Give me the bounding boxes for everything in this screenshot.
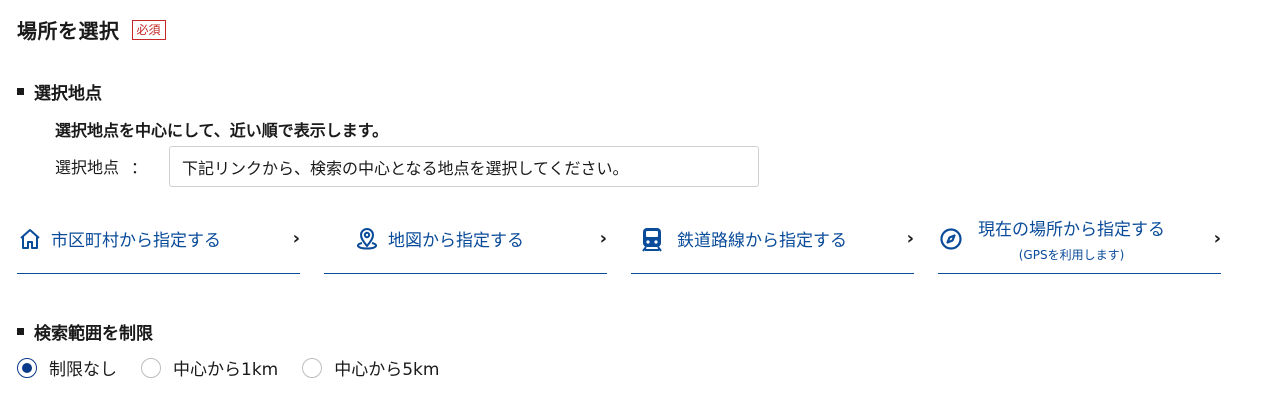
chevron-right-icon: › (906, 228, 914, 249)
required-badge: 必須 (131, 19, 166, 40)
link-map[interactable]: 地図から指定する › (324, 204, 607, 274)
bullet-square (17, 328, 24, 335)
compass-icon (938, 226, 964, 252)
range-radio-group: 制限なし 中心から1km 中心から5km (17, 355, 463, 380)
range-heading-label: 検索範囲を制限 (34, 324, 153, 344)
selection-heading: 選択地点 (17, 79, 102, 104)
train-icon (639, 226, 665, 252)
location-colon: ： (131, 158, 148, 177)
link-railway[interactable]: 鉄道路線から指定する › (631, 204, 914, 274)
radio-5km-label: 中心から5km (334, 360, 440, 380)
radio-1km-label: 中心から1km (173, 360, 279, 380)
bullet-square (17, 88, 24, 95)
map-pin-icon (354, 226, 380, 252)
radio-circle-selected[interactable] (17, 357, 37, 378)
link-current-location-text: 現在の場所から指定する (GPSを利用します) (978, 215, 1165, 263)
page-header: 場所を選択 必須 (17, 15, 166, 44)
link-municipality-label: 市区町村から指定する (51, 231, 221, 251)
radio-5km[interactable]: 中心から5km (302, 355, 439, 380)
chevron-right-icon: › (599, 228, 607, 249)
selection-description: 選択地点を中心にして、近い順で表示します。 (55, 121, 389, 140)
link-municipality[interactable]: 市区町村から指定する › (17, 204, 300, 274)
link-map-label: 地図から指定する (388, 231, 524, 251)
radio-1km[interactable]: 中心から1km (141, 355, 278, 380)
radio-no-limit[interactable]: 制限なし (17, 355, 117, 380)
location-label-group: 選択地点 ： (55, 150, 147, 182)
home-icon (17, 226, 43, 252)
selection-heading-label: 選択地点 (34, 84, 102, 104)
selected-location-value: 下記リンクから、検索の中心となる地点を選択してください。 (182, 158, 629, 178)
radio-no-limit-label: 制限なし (49, 360, 117, 380)
location-label: 選択地点 (55, 158, 120, 177)
chevron-right-icon: › (292, 228, 300, 249)
radio-dot (22, 362, 32, 373)
radio-circle[interactable] (302, 357, 323, 378)
link-current-location[interactable]: 現在の場所から指定する (GPSを利用します) › (938, 204, 1221, 274)
link-current-location-label: 現在の場所から指定する (978, 219, 1165, 240)
radio-circle[interactable] (141, 357, 161, 378)
chevron-right-icon: › (1213, 228, 1221, 249)
link-railway-label: 鉄道路線から指定する (677, 231, 847, 251)
link-current-location-sublabel: (GPSを利用します) (1018, 247, 1125, 262)
range-heading: 検索範囲を制限 (17, 319, 153, 344)
selected-location-field: 下記リンクから、検索の中心となる地点を選択してください。 (169, 146, 759, 187)
page-title: 場所を選択 (17, 19, 120, 43)
